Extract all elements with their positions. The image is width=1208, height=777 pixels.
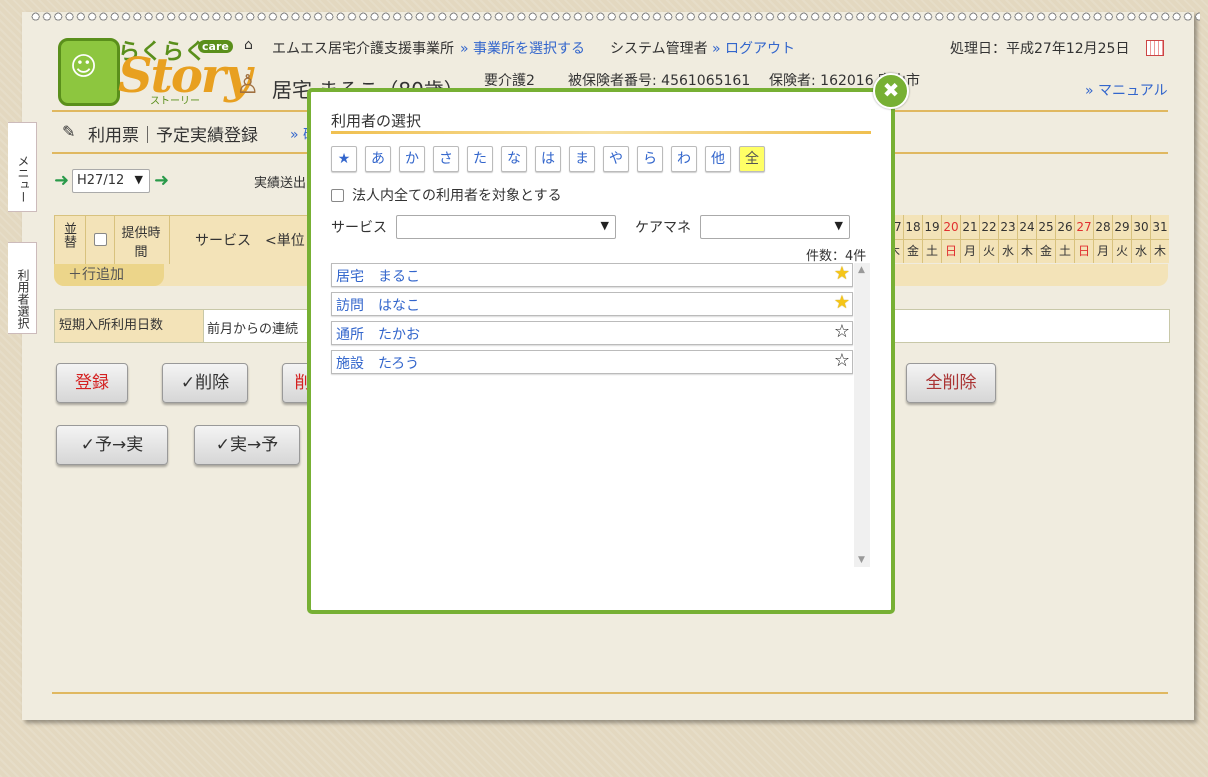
star-filled-icon[interactable]: ★ [834,263,850,284]
user-name-link[interactable]: 訪問 はなこ [336,295,420,315]
service-select[interactable]: ▼ [396,215,616,239]
list-item[interactable]: 訪問 はなこ ★ [331,292,853,316]
user-name-link[interactable]: 居宅 まるこ [336,266,420,286]
scroll-up-icon[interactable]: ▲ [858,265,865,275]
kana-tab[interactable]: わ [671,146,697,172]
kana-tab[interactable]: ら [637,146,663,172]
list-item[interactable]: 施設 たろう ☆ [331,350,853,374]
modal-title: 利用者の選択 [331,112,422,130]
kana-tab[interactable]: や [603,146,629,172]
user-name-link[interactable]: 通所 たかお [336,324,420,344]
star-outline-icon[interactable]: ☆ [834,350,850,371]
kana-tab[interactable]: 他 [705,146,731,172]
kana-tab[interactable]: さ [433,146,459,172]
caremanager-label: ケアマネ [635,220,691,236]
close-icon[interactable]: ✖ [873,73,909,109]
kana-tab[interactable]: な [501,146,527,172]
user-list-scrollbar[interactable]: ▲ ▼ [854,263,870,567]
service-label: サービス [331,220,387,236]
all-users-label: 法人内全ての利用者を対象とする [352,188,562,204]
all-users-checkbox[interactable] [331,189,344,202]
scroll-down-icon[interactable]: ▼ [858,555,865,565]
star-filled-icon[interactable]: ★ [834,292,850,313]
kana-tab[interactable]: は [535,146,561,172]
modal-title-underline [331,131,871,134]
kana-tab[interactable]: ま [569,146,595,172]
list-item[interactable]: 通所 たかお ☆ [331,321,853,345]
star-outline-icon[interactable]: ☆ [834,321,850,342]
chevron-down-icon: ▼ [834,219,843,232]
list-item[interactable]: 居宅 まるこ ★ [331,263,853,287]
kana-tab[interactable]: た [467,146,493,172]
user-name-link[interactable]: 施設 たろう [336,353,419,373]
chevron-down-icon: ▼ [600,219,609,232]
kana-tab[interactable]: ★ [331,146,357,172]
caremanager-select[interactable]: ▼ [700,215,850,239]
kana-tab[interactable]: か [399,146,425,172]
kana-tab[interactable]: 全 [739,146,765,172]
kana-tab[interactable]: あ [365,146,391,172]
result-count: 件数：4件 [806,249,867,264]
